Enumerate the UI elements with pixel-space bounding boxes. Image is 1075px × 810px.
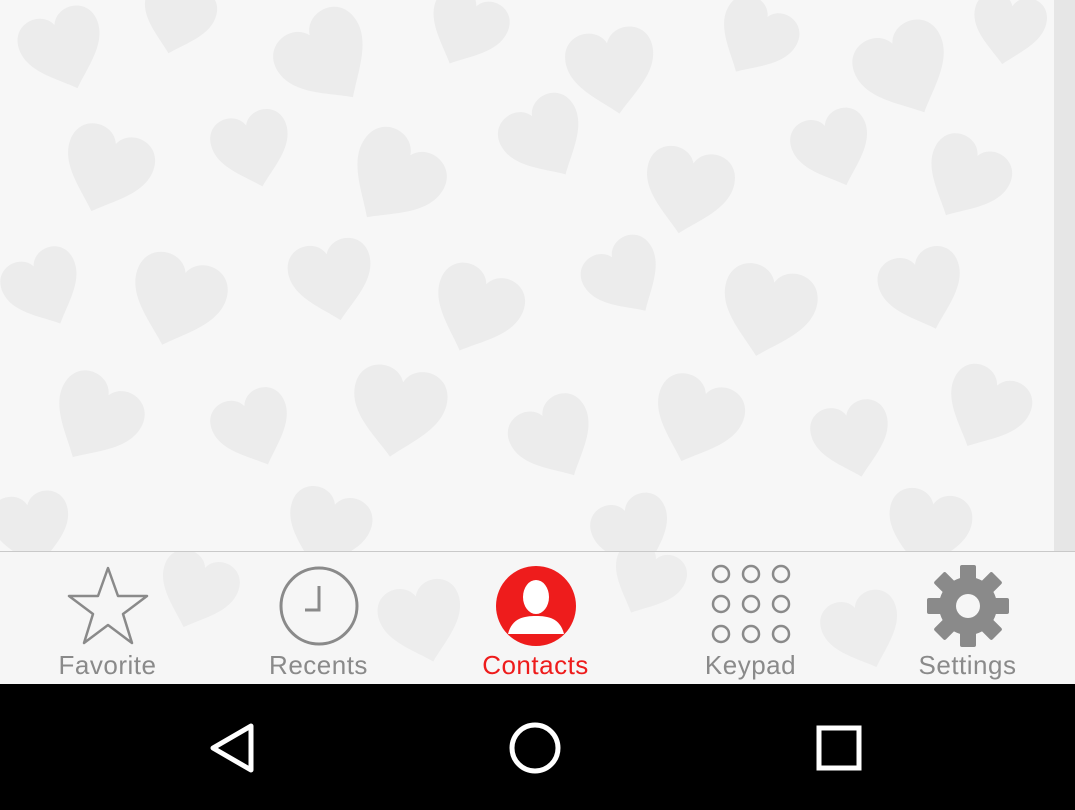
- bottom-tab-bar: Favorite Recents Contacts Keypad Setting…: [0, 551, 1075, 684]
- tab-contacts-label: Contacts: [482, 650, 589, 680]
- gear-icon: [926, 565, 1009, 647]
- tab-settings-label: Settings: [918, 650, 1017, 680]
- tab-recents[interactable]: Recents: [211, 552, 426, 684]
- tab-keypad[interactable]: Keypad: [643, 552, 858, 684]
- contact-list-area[interactable]: [0, 0, 1075, 551]
- tab-favorite-label: Favorite: [58, 650, 157, 680]
- back-triangle-icon[interactable]: [203, 718, 263, 778]
- tab-favorite[interactable]: Favorite: [0, 552, 215, 684]
- tab-keypad-label: Keypad: [704, 650, 797, 680]
- overview-square-icon[interactable]: [809, 718, 869, 778]
- keypad-icon: [711, 564, 790, 644]
- clock-icon: [279, 566, 358, 646]
- scrollbar[interactable]: [1054, 0, 1075, 551]
- tab-recents-label: Recents: [269, 650, 368, 680]
- person-icon: [495, 566, 576, 646]
- home-circle-icon[interactable]: [505, 718, 565, 778]
- tab-contacts[interactable]: Contacts: [428, 552, 643, 684]
- star-icon: [67, 566, 148, 645]
- system-navigation-bar: [0, 684, 1075, 810]
- tab-settings[interactable]: Settings: [860, 552, 1075, 684]
- heart-pattern-background: [0, 0, 1051, 551]
